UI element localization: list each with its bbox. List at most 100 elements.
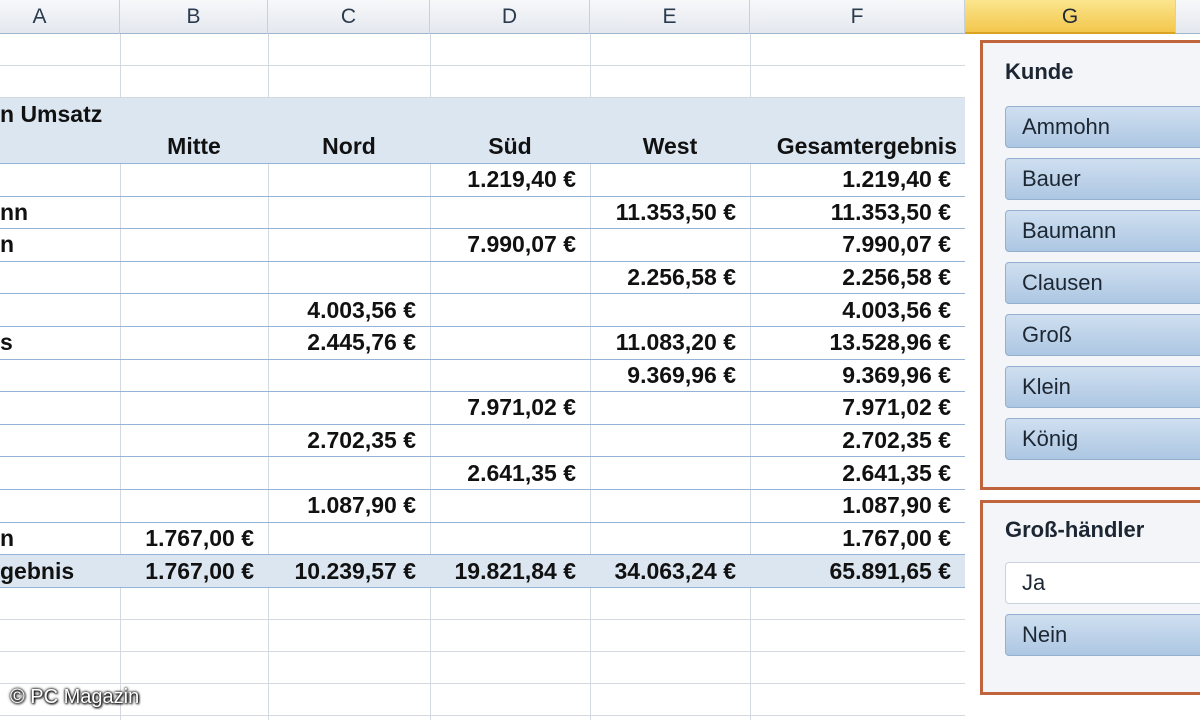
value-cell[interactable] [430, 294, 590, 326]
value-cell[interactable] [268, 523, 430, 555]
column-header-e[interactable]: E [590, 0, 750, 34]
slicer-kunde-item[interactable]: Baumann [1005, 210, 1200, 252]
value-cell[interactable]: 7.971,02 € [750, 392, 965, 424]
value-cell[interactable]: 1.767,00 € [120, 523, 268, 555]
value-cell[interactable]: 1.219,40 € [430, 164, 590, 196]
value-cell[interactable]: 11.353,50 € [590, 197, 750, 229]
column-header-a[interactable]: A [0, 0, 120, 34]
pivot-header-5[interactable]: Gesamtergebnis [750, 130, 965, 163]
grand-total-label[interactable]: gebnis [0, 555, 120, 587]
value-cell[interactable] [120, 360, 268, 392]
column-header-c[interactable]: C [268, 0, 430, 34]
value-cell[interactable]: 2.256,58 € [750, 262, 965, 294]
row-label[interactable]: n [0, 523, 120, 555]
value-cell[interactable]: 13.528,96 € [750, 327, 965, 359]
value-cell[interactable]: 9.369,96 € [590, 360, 750, 392]
value-cell[interactable] [120, 262, 268, 294]
value-cell[interactable] [590, 294, 750, 326]
grand-total-value[interactable]: 34.063,24 € [590, 555, 750, 587]
value-cell[interactable]: 7.990,07 € [430, 229, 590, 261]
slicer-kunde-item[interactable]: Groß [1005, 314, 1200, 356]
row-label[interactable] [0, 262, 120, 294]
value-cell[interactable]: 7.971,02 € [430, 392, 590, 424]
value-cell[interactable]: 2.702,35 € [268, 425, 430, 457]
value-cell[interactable] [120, 327, 268, 359]
column-header-g[interactable]: G [965, 0, 1176, 34]
value-cell[interactable] [430, 197, 590, 229]
value-cell[interactable] [120, 392, 268, 424]
value-cell[interactable] [590, 229, 750, 261]
value-cell[interactable]: 1.219,40 € [750, 164, 965, 196]
value-cell[interactable]: 2.641,35 € [750, 457, 965, 489]
value-cell[interactable] [120, 457, 268, 489]
pivot-header-3[interactable]: Süd [430, 130, 590, 163]
row-label[interactable] [0, 392, 120, 424]
value-cell[interactable] [120, 425, 268, 457]
pivot-header-2[interactable]: Nord [268, 130, 430, 163]
column-header-f[interactable]: F [750, 0, 965, 34]
slicer-kunde[interactable]: Kunde Ammohn Bauer Baumann Clausen Groß Klein… [980, 40, 1200, 490]
value-cell[interactable] [430, 262, 590, 294]
value-cell[interactable] [268, 262, 430, 294]
row-label[interactable]: nn [0, 197, 120, 229]
value-cell[interactable] [120, 164, 268, 196]
value-cell[interactable]: 11.353,50 € [750, 197, 965, 229]
value-cell[interactable]: 9.369,96 € [750, 360, 965, 392]
column-header-b[interactable]: B [120, 0, 268, 34]
slicer-grosshaendler-item[interactable]: Nein [1005, 614, 1200, 656]
value-cell[interactable] [590, 457, 750, 489]
value-cell[interactable]: 1.767,00 € [750, 523, 965, 555]
value-cell[interactable]: 2.702,35 € [750, 425, 965, 457]
value-cell[interactable] [430, 425, 590, 457]
row-label[interactable] [0, 294, 120, 326]
value-cell[interactable]: 2.641,35 € [430, 457, 590, 489]
value-cell[interactable]: 7.990,07 € [750, 229, 965, 261]
slicer-kunde-item[interactable]: Bauer [1005, 158, 1200, 200]
value-cell[interactable] [268, 197, 430, 229]
value-cell[interactable] [268, 360, 430, 392]
row-label[interactable]: s [0, 327, 120, 359]
value-cell[interactable] [590, 392, 750, 424]
slicer-kunde-item[interactable]: Klein [1005, 366, 1200, 408]
grand-total-value[interactable]: 19.821,84 € [430, 555, 590, 587]
value-cell[interactable] [430, 360, 590, 392]
value-cell[interactable] [590, 523, 750, 555]
pivot-header-1[interactable]: Mitte [120, 130, 268, 163]
row-label[interactable]: n [0, 229, 120, 261]
pivot-value-label[interactable]: n Umsatz [0, 98, 268, 130]
slicer-grosshaendler-item[interactable]: Ja [1005, 562, 1200, 604]
value-cell[interactable] [268, 164, 430, 196]
row-label[interactable] [0, 360, 120, 392]
value-cell[interactable] [120, 294, 268, 326]
value-cell[interactable]: 4.003,56 € [750, 294, 965, 326]
value-cell[interactable] [120, 490, 268, 522]
row-label[interactable] [0, 425, 120, 457]
slicer-kunde-item[interactable]: König [1005, 418, 1200, 460]
value-cell[interactable] [430, 523, 590, 555]
pivot-header-4[interactable]: West [590, 130, 750, 163]
slicer-kunde-item[interactable]: Clausen [1005, 262, 1200, 304]
row-label[interactable] [0, 490, 120, 522]
value-cell[interactable]: 1.087,90 € [750, 490, 965, 522]
value-cell[interactable] [268, 457, 430, 489]
grand-total-value[interactable]: 65.891,65 € [750, 555, 965, 587]
slicer-grosshaendler[interactable]: Groß-händler Ja Nein [980, 500, 1200, 695]
value-cell[interactable] [430, 490, 590, 522]
value-cell[interactable] [120, 197, 268, 229]
slicer-kunde-item[interactable]: Ammohn [1005, 106, 1200, 148]
grand-total-value[interactable]: 1.767,00 € [120, 555, 268, 587]
value-cell[interactable]: 2.256,58 € [590, 262, 750, 294]
value-cell[interactable] [268, 229, 430, 261]
value-cell[interactable]: 4.003,56 € [268, 294, 430, 326]
value-cell[interactable] [268, 392, 430, 424]
value-cell[interactable]: 2.445,76 € [268, 327, 430, 359]
row-label[interactable] [0, 457, 120, 489]
grand-total-value[interactable]: 10.239,57 € [268, 555, 430, 587]
value-cell[interactable] [430, 327, 590, 359]
value-cell[interactable] [120, 229, 268, 261]
value-cell[interactable] [590, 164, 750, 196]
column-header-d[interactable]: D [430, 0, 590, 34]
value-cell[interactable] [590, 490, 750, 522]
value-cell[interactable]: 11.083,20 € [590, 327, 750, 359]
row-label[interactable] [0, 164, 120, 196]
